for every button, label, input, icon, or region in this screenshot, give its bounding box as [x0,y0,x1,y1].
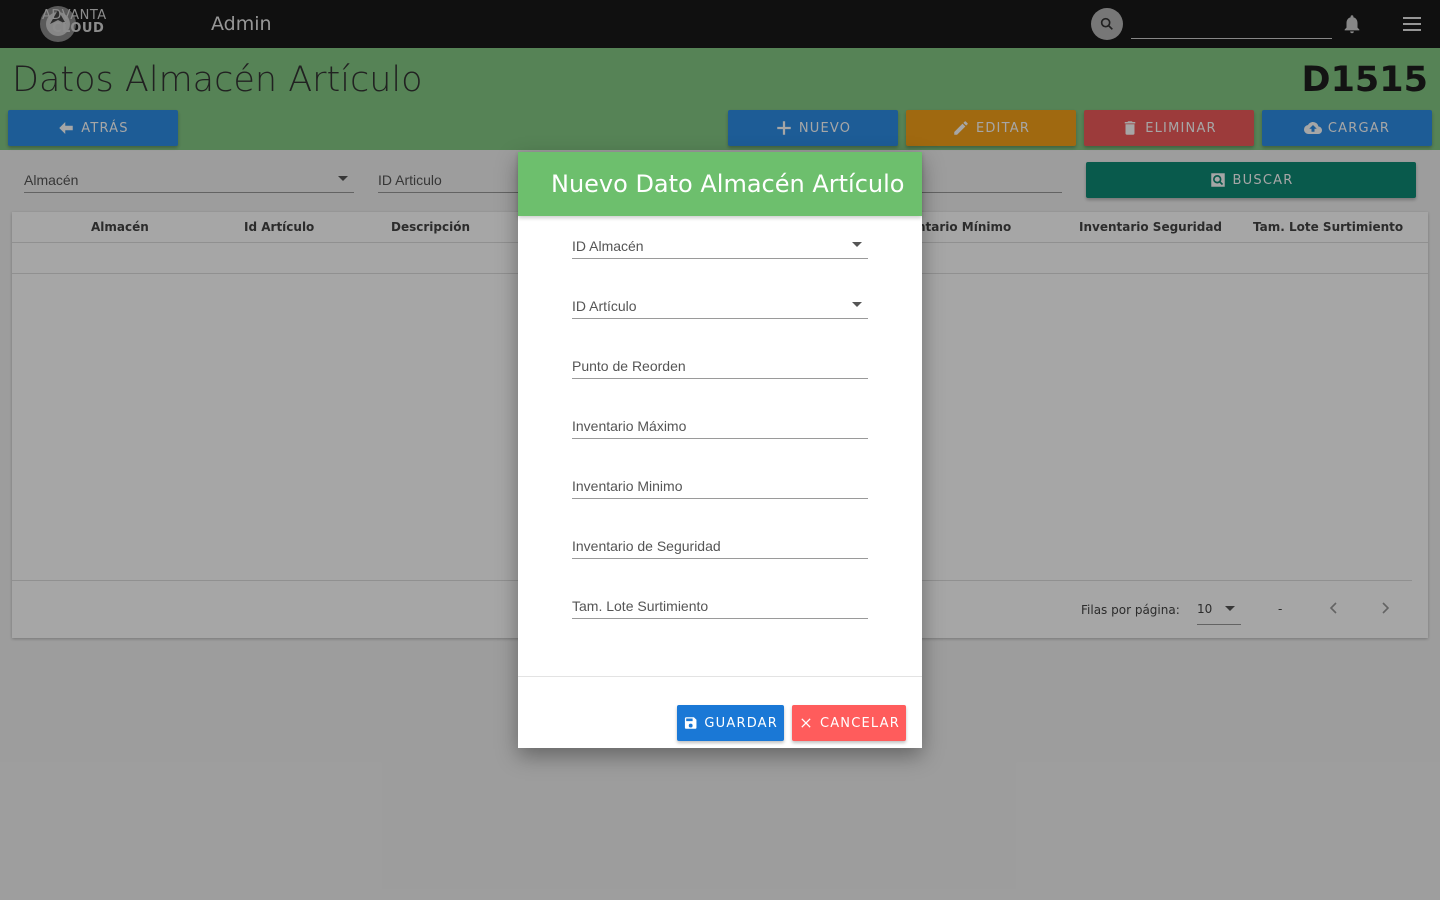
dialog-divider [518,676,922,677]
floppy-icon [684,717,697,729]
tam-lote-label: Tam. Lote Surtimiento [572,598,709,614]
punto-reorden-label: Punto de Reorden [572,358,686,374]
chevron-down-icon [852,302,862,307]
save-label: GUARDAR [704,715,778,731]
dialog-header: Nuevo Dato Almacén Artículo [518,152,922,216]
inventario-maximo-label: Inventario Máximo [572,418,687,434]
id-articulo-label: ID Artículo [572,298,637,314]
chevron-down-icon [852,242,862,247]
id-almacen-label: ID Almacén [572,238,644,254]
cancel-label: CANCELAR [819,715,900,731]
inventario-seguridad-input[interactable]: Inventario de Seguridad [572,530,868,559]
inventario-seguridad-label: Inventario de Seguridad [572,538,721,554]
inventario-maximo-input[interactable]: Inventario Máximo [572,410,868,439]
inventario-minimo-input[interactable]: Inventario Minimo [572,470,868,499]
close-icon [801,718,811,728]
inventario-minimo-label: Inventario Minimo [572,478,683,494]
save-button[interactable]: GUARDAR [677,705,784,741]
cancel-button[interactable]: CANCELAR [792,705,906,741]
dialog-title: Nuevo Dato Almacén Artículo [551,170,905,198]
id-articulo-select[interactable]: ID Artículo [572,290,868,319]
new-item-dialog: Nuevo Dato Almacén Artículo ID Almacén I… [518,152,922,748]
punto-reorden-input[interactable]: Punto de Reorden [572,350,868,379]
tam-lote-input[interactable]: Tam. Lote Surtimiento [572,590,868,619]
id-almacen-select[interactable]: ID Almacén [572,230,868,259]
